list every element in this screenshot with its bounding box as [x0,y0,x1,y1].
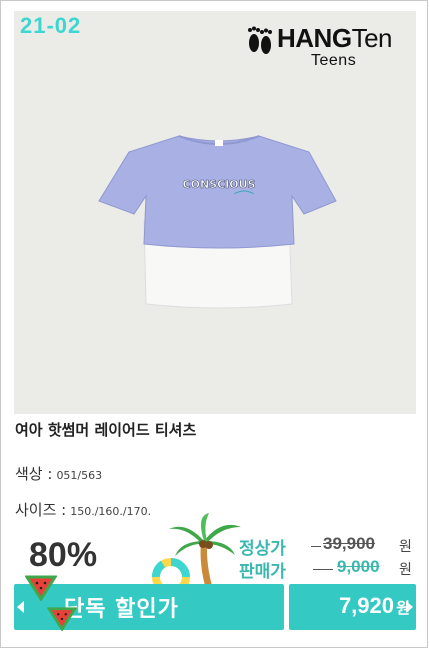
brand-logo: HANGTen Teens [241,19,406,69]
feet-logo-icon [248,26,272,54]
product-card[interactable]: 21-02 HANGTen Teens CONSCIOUS 여아 핫썸머 레이어… [0,0,428,648]
sale-price: 9,000 [337,557,380,576]
size-label: 사이즈 : [15,501,67,519]
brand-main: HANG [277,23,352,53]
regular-price: 39,900 [323,534,375,553]
brand-sub: Teens [311,52,357,69]
color-label: 색상 : [15,465,53,483]
arrow-right-icon [406,601,413,613]
exclusive-label: 단독 할인가 [64,597,179,622]
discount-percent: 80% [29,536,98,574]
regular-currency: 원 [399,539,412,555]
watermelon-icon [47,607,77,631]
regular-price-label: 정상가 [239,539,286,559]
product-code: 21-02 [20,13,82,38]
exclusive-price: 7,920 [338,593,394,618]
product-image[interactable]: 21-02 HANGTen Teens CONSCIOUS [14,11,416,414]
brand-name: HANGTen [277,23,392,54]
brand-thin: Ten [351,23,393,53]
sale-price-label: 판매가 [239,562,286,582]
sale-currency: 원 [399,562,412,578]
shirt-illustration: CONSCIOUS [98,135,337,309]
strike-lead [313,569,333,570]
watermelon-icon [25,575,57,601]
size-value: 150./160./170. [70,505,152,518]
strike-lead [311,546,321,547]
product-title[interactable]: 여아 핫썸머 레이어드 티셔츠 [15,419,196,440]
size-row: 사이즈 :150./160./170. [15,499,151,520]
exclusive-price-box[interactable]: 7,920 원 [289,584,416,630]
shirt-print: CONSCIOUS [183,178,256,191]
arrow-left-icon [17,601,24,613]
color-value: 051/563 [56,469,103,482]
color-row: 색상 :051/563 [15,463,102,484]
